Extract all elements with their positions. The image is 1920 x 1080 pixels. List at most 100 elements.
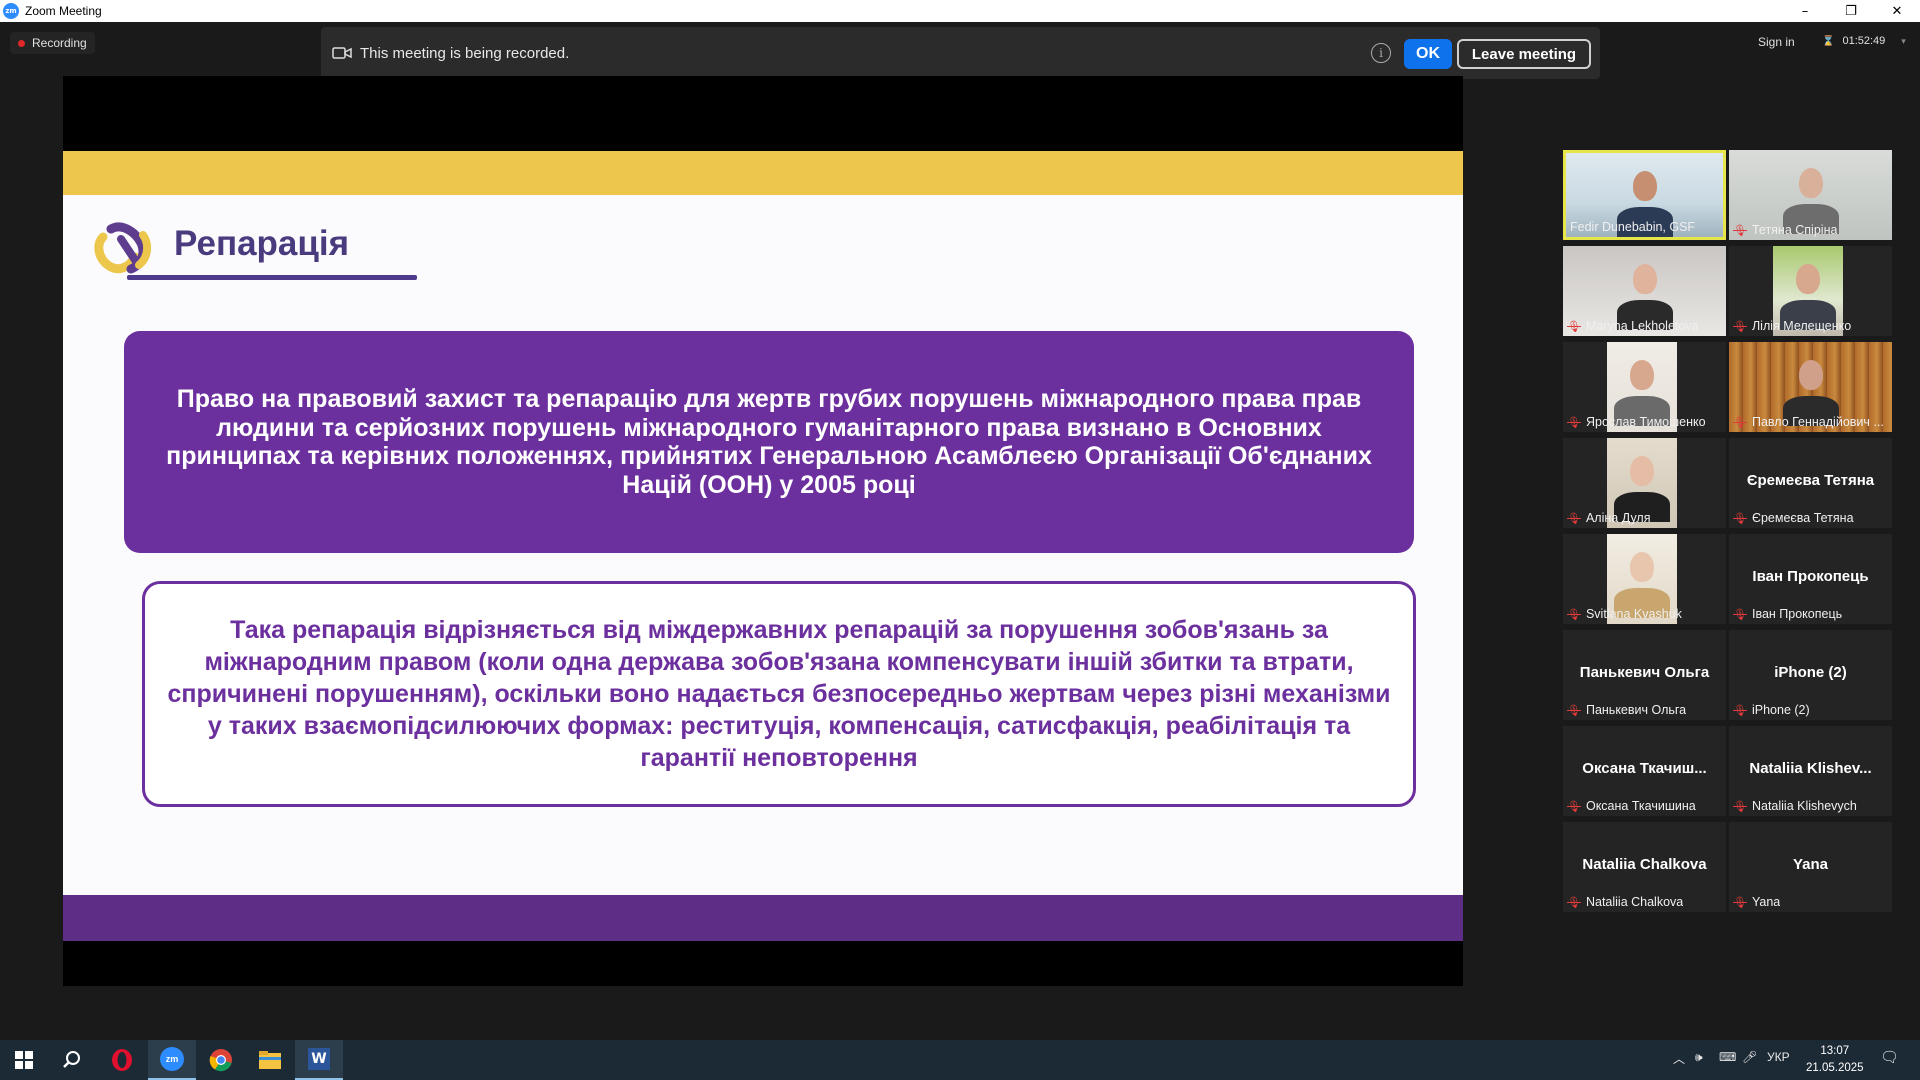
- network-icon[interactable]: ⌨: [1719, 1050, 1736, 1064]
- participant-tile[interactable]: Fedir Dunebabin, GSF: [1563, 150, 1726, 240]
- slide-title: Репарація: [174, 224, 350, 263]
- muted-microphone-icon: 🎙︎: [1567, 704, 1581, 717]
- title-underline: [127, 275, 417, 280]
- reparation-forms-text: Така репарація відрізняється від міждерж…: [167, 616, 1391, 772]
- meeting-timer[interactable]: ⌛ 01:52:49 ▾: [1822, 35, 1906, 47]
- participant-caption: 🎙︎ Єремеєва Тетяна: [1733, 511, 1854, 525]
- participant-name: Лілія Мелещенко: [1751, 319, 1852, 333]
- participant-display-name: Панькевич Ольга: [1579, 664, 1710, 681]
- participant-tile[interactable]: 🎙︎ Аліна Дуля: [1563, 438, 1726, 528]
- participant-name: Павло Геннадійович ...: [1751, 415, 1884, 429]
- participant-tile[interactable]: Панькевич Ольга 🎙︎ Панькевич Ольга: [1563, 630, 1726, 720]
- notifications-icon[interactable]: 🗨︎: [1880, 1048, 1899, 1066]
- info-icon[interactable]: i: [1371, 43, 1391, 63]
- participant-face: [1630, 552, 1654, 582]
- participant-tile[interactable]: Іван Прокопець 🎙︎ Іван Прокопець: [1729, 534, 1892, 624]
- participant-face: [1632, 264, 1657, 294]
- participant-tile[interactable]: 🎙︎ Ярослав Тимошенко: [1563, 342, 1726, 432]
- muted-microphone-icon: 🎙︎: [1567, 512, 1581, 525]
- participant-name: Аліна Дуля: [1585, 511, 1651, 525]
- opera-icon[interactable]: [98, 1040, 146, 1080]
- participant-caption: 🎙︎ Ярослав Тимошенко: [1567, 415, 1706, 429]
- meeting-topbar: Recording This meeting is being recorded…: [0, 22, 1920, 82]
- muted-microphone-icon: 🎙︎: [1567, 896, 1581, 909]
- chevron-down-icon: ▾: [1901, 35, 1906, 46]
- participant-display-name: Іван Прокопець: [1752, 568, 1869, 585]
- participant-tile[interactable]: 🎙︎ Maryna Lekholetova: [1563, 246, 1726, 336]
- word-icon[interactable]: W: [295, 1040, 343, 1080]
- chrome-icon[interactable]: [197, 1040, 245, 1080]
- muted-microphone-icon: 🎙︎: [1733, 608, 1747, 621]
- participant-caption: 🎙︎ Yana: [1733, 895, 1780, 909]
- participant-caption: 🎙︎ Павло Геннадійович ...: [1733, 415, 1884, 429]
- participant-name: Nataliia Klishevych: [1751, 799, 1857, 813]
- slide-top-stripe: [63, 151, 1463, 195]
- recording-dot-icon: [18, 39, 25, 47]
- participant-name: Nataliia Chalkova: [1585, 895, 1684, 909]
- shared-screen[interactable]: Репарація Право на правовий захист та ре…: [63, 76, 1463, 986]
- tray-chevron-up-icon[interactable]: ︿: [1673, 1050, 1685, 1067]
- minimize-button[interactable]: –: [1782, 0, 1828, 22]
- participant-face: [1630, 360, 1654, 390]
- participant-name: Yana: [1751, 895, 1781, 909]
- muted-microphone-icon: 🎙︎: [1567, 608, 1581, 621]
- participant-face: [1798, 360, 1823, 390]
- participant-caption: Fedir Dunebabin, GSF: [1570, 220, 1695, 234]
- participant-caption: 🎙︎ Оксана Ткачишина: [1567, 799, 1696, 813]
- participant-caption: 🎙︎ Maryna Lekholetova: [1567, 319, 1699, 333]
- language-indicator[interactable]: УКР: [1767, 1050, 1790, 1064]
- zoom-app-icon: zm: [3, 3, 19, 19]
- muted-microphone-icon: 🎙︎: [1733, 320, 1747, 333]
- participant-tile[interactable]: 🎙︎ Тетяна Спіріна: [1729, 150, 1892, 240]
- participant-caption: 🎙︎ Панькевич Ольга: [1567, 703, 1686, 717]
- participant-tile[interactable]: Nataliia Chalkova 🎙︎ Nataliia Chalkova: [1563, 822, 1726, 912]
- slide-bottom-stripe: [63, 895, 1463, 941]
- participant-tile[interactable]: 🎙︎ Svitlana Kvashuk: [1563, 534, 1726, 624]
- leave-meeting-button[interactable]: Leave meeting: [1457, 39, 1591, 69]
- restore-button[interactable]: ❐: [1828, 0, 1874, 22]
- close-button[interactable]: ✕: [1874, 0, 1920, 22]
- participant-caption: 🎙︎ Svitlana Kvashuk: [1567, 607, 1682, 621]
- recording-banner-message: This meeting is being recorded.: [360, 44, 570, 62]
- participant-name: Fedir Dunebabin, GSF: [1570, 220, 1696, 234]
- system-clock[interactable]: 13:07 21.05.2025: [1806, 1043, 1864, 1077]
- participant-face: [1632, 171, 1657, 201]
- recording-label: Recording: [32, 36, 87, 50]
- participant-caption: 🎙︎ iPhone (2): [1733, 703, 1810, 717]
- participant-tile[interactable]: 🎙︎ Лілія Мелещенко: [1729, 246, 1892, 336]
- zoom-taskbar-icon[interactable]: zm: [148, 1040, 196, 1080]
- muted-microphone-icon: 🎙︎: [1733, 224, 1747, 237]
- participant-tile[interactable]: 🎙︎ Павло Геннадійович ...: [1729, 342, 1892, 432]
- participant-tile[interactable]: Єремеєва Тетяна 🎙︎ Єремеєва Тетяна: [1729, 438, 1892, 528]
- participant-caption: 🎙︎ Аліна Дуля: [1567, 511, 1650, 525]
- search-icon[interactable]: [48, 1040, 96, 1080]
- muted-microphone-icon: 🎙︎: [1733, 512, 1747, 525]
- volume-icon[interactable]: 🕪: [1695, 1050, 1703, 1065]
- sign-in-link[interactable]: Sign in: [1758, 35, 1795, 49]
- principles-text: Право на правовий захист та репарацію дл…: [166, 385, 1372, 499]
- participant-tile[interactable]: iPhone (2) 🎙︎ iPhone (2): [1729, 630, 1892, 720]
- microphone-icon[interactable]: 🎤︎: [1742, 1050, 1757, 1064]
- windows-start-icon[interactable]: [0, 1040, 48, 1080]
- file-explorer-icon[interactable]: [246, 1040, 294, 1080]
- participant-tile[interactable]: Yana 🎙︎ Yana: [1729, 822, 1892, 912]
- muted-microphone-icon: 🎙︎: [1733, 704, 1747, 717]
- windows-taskbar: zm W ︿ 🕪 ⌨ 🎤︎ УКР 13:07 21.05.2025 🗨︎: [0, 1040, 1920, 1080]
- participant-face: [1798, 168, 1823, 198]
- participant-caption: 🎙︎ Тетяна Спіріна: [1733, 223, 1837, 237]
- participant-tile[interactable]: Nataliia Klishev... 🎙︎ Nataliia Klishevych: [1729, 726, 1892, 816]
- participant-name: Єремеєва Тетяна: [1751, 511, 1854, 525]
- ok-button[interactable]: OK: [1404, 39, 1452, 69]
- window-title: Zoom Meeting: [25, 4, 102, 18]
- participant-face: [1630, 456, 1654, 486]
- participant-name: Maryna Lekholetova: [1585, 319, 1699, 333]
- muted-microphone-icon: 🎙︎: [1733, 896, 1747, 909]
- participant-display-name: Єремеєва Тетяна: [1746, 472, 1875, 489]
- muted-microphone-icon: 🎙︎: [1567, 800, 1581, 813]
- participant-name: Іван Прокопець: [1751, 607, 1843, 621]
- recording-indicator[interactable]: Recording: [10, 32, 95, 54]
- clock-date: 21.05.2025: [1806, 1062, 1864, 1074]
- participant-tile[interactable]: Оксана Ткачиш... 🎙︎ Оксана Ткачишина: [1563, 726, 1726, 816]
- participant-caption: 🎙︎ Nataliia Klishevych: [1733, 799, 1857, 813]
- muted-microphone-icon: 🎙︎: [1567, 320, 1581, 333]
